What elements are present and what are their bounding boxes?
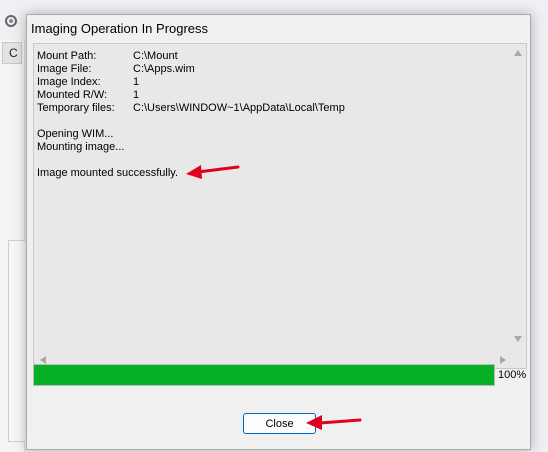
background-tab[interactable]: C xyxy=(2,42,22,64)
detail-value: 1 xyxy=(133,89,140,101)
imaging-progress-dialog: Imaging Operation In Progress Mount Path… xyxy=(26,14,531,450)
detail-row-image-index: Image Index: 1 xyxy=(37,76,507,89)
background-panel xyxy=(8,240,25,442)
detail-row-mount-path: Mount Path: C:\Mount xyxy=(37,50,507,63)
progress-percent: 100% xyxy=(498,369,527,381)
log-line-mounting: Mounting image... xyxy=(37,141,125,153)
detail-row-image-file: Image File: C:\Apps.wim xyxy=(37,63,507,76)
scroll-down-arrow-icon[interactable] xyxy=(514,336,522,342)
red-arrow-icon xyxy=(186,165,240,179)
log-line-opening: Opening WIM... xyxy=(37,128,114,140)
detail-value: C:\Mount xyxy=(133,50,178,62)
log-content: Mount Path: C:\Mount Image File: C:\Apps… xyxy=(37,50,507,180)
dialog-title: Imaging Operation In Progress xyxy=(31,21,209,36)
app-gear-icon xyxy=(5,15,17,27)
background-tab-label: C xyxy=(9,46,18,60)
progress-bar-fill xyxy=(34,365,494,385)
detail-value: C:\Apps.wim xyxy=(133,63,195,75)
detail-label: Temporary files: xyxy=(37,102,115,114)
detail-label: Mount Path: xyxy=(37,50,97,62)
scroll-right-arrow-icon[interactable] xyxy=(500,356,506,364)
vertical-scrollbar[interactable] xyxy=(510,44,526,352)
detail-value: 1 xyxy=(133,76,140,88)
scroll-up-arrow-icon[interactable] xyxy=(514,50,522,56)
log-output-box: Mount Path: C:\Mount Image File: C:\Apps… xyxy=(33,43,527,369)
detail-row-mounted-rw: Mounted R/W: 1 xyxy=(37,89,507,102)
detail-label: Image File: xyxy=(37,63,92,75)
detail-label: Image Index: xyxy=(37,76,101,88)
detail-row-temporary-files: Temporary files: C:\Users\WINDOW~1\AppDa… xyxy=(37,102,507,115)
progress-bar xyxy=(33,364,495,386)
detail-value: C:\Users\WINDOW~1\AppData\Local\Temp xyxy=(133,102,345,114)
scroll-left-arrow-icon[interactable] xyxy=(40,356,46,364)
detail-label: Mounted R/W: xyxy=(37,89,108,101)
red-arrow-icon xyxy=(306,415,362,430)
log-line-success: Image mounted successfully. xyxy=(37,167,179,179)
